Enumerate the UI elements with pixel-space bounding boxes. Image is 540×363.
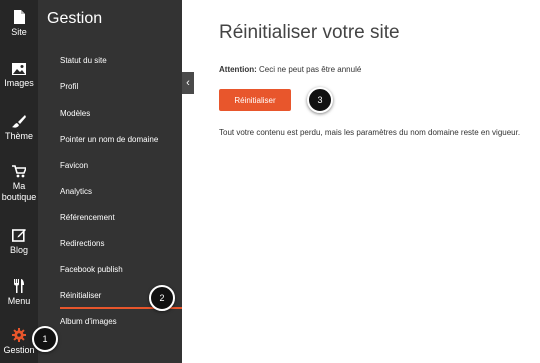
menu-item-reinitialiser[interactable]: Réinitialiser xyxy=(60,291,101,300)
file-icon xyxy=(14,10,25,24)
rail-label-gestion: Gestion xyxy=(3,345,35,355)
rail-item-blog[interactable]: Blog xyxy=(0,228,38,256)
info-text: Tout votre contenu est perdu, mais les p… xyxy=(219,128,521,137)
menu-item-profil[interactable]: Profil xyxy=(60,82,78,91)
callout-badge: 3 xyxy=(307,87,333,113)
brush-icon xyxy=(12,115,26,128)
panel-title: Gestion xyxy=(47,10,103,27)
rail-label-theme: Thème xyxy=(4,131,33,141)
rail-label-menu: Menu xyxy=(7,296,31,306)
menu-item-redirections[interactable]: Redirections xyxy=(60,239,104,248)
rail-label-blog: Blog xyxy=(9,245,28,255)
menu-item-statut-du-site[interactable]: Statut du site xyxy=(60,56,107,65)
page-title: Réinitialiser votre site xyxy=(219,22,400,43)
menu-item-pointer-nom-domaine[interactable]: Pointer un nom de domaine xyxy=(60,135,158,144)
rail-item-menu[interactable]: Menu xyxy=(0,279,38,307)
attention-text: Ceci ne peut pas être annulé xyxy=(259,65,362,74)
collapse-panel-button[interactable]: ‹ xyxy=(182,72,194,94)
fork-knife-icon xyxy=(14,279,24,293)
menu-item-album-images[interactable]: Album d'images xyxy=(60,317,117,326)
attention-note: Attention: Ceci ne peut pas être annulé xyxy=(219,65,361,74)
rail-label-boutique: boutique xyxy=(1,192,37,202)
rail-label-ma: Ma xyxy=(12,181,26,191)
rail-label-site: Site xyxy=(11,27,27,37)
edit-icon xyxy=(12,229,26,242)
rail-item-theme[interactable]: Thème xyxy=(0,114,38,142)
menu-item-referencement[interactable]: Référencement xyxy=(60,213,115,222)
callout-badge: 1 xyxy=(32,326,58,352)
image-icon xyxy=(12,63,26,75)
menu-item-favicon[interactable]: Favicon xyxy=(60,161,88,170)
rail-item-site[interactable]: Site xyxy=(0,10,38,38)
menu-item-modeles[interactable]: Modèles xyxy=(60,109,90,118)
cart-icon xyxy=(12,165,26,178)
attention-label: Attention: xyxy=(219,65,257,74)
rail-item-ma-boutique[interactable]: Ma boutique xyxy=(0,165,38,203)
gear-icon xyxy=(12,328,26,342)
menu-item-facebook-publish[interactable]: Facebook publish xyxy=(60,265,123,274)
rail-item-images[interactable]: Images xyxy=(0,63,38,89)
rail-label-images: Images xyxy=(4,78,34,88)
reset-button[interactable]: Réinitialiser xyxy=(219,89,291,111)
callout-badge: 2 xyxy=(149,285,175,311)
icon-rail: Site Images Thème Ma boutique Blog Menu … xyxy=(0,0,38,363)
menu-item-analytics[interactable]: Analytics xyxy=(60,187,92,196)
